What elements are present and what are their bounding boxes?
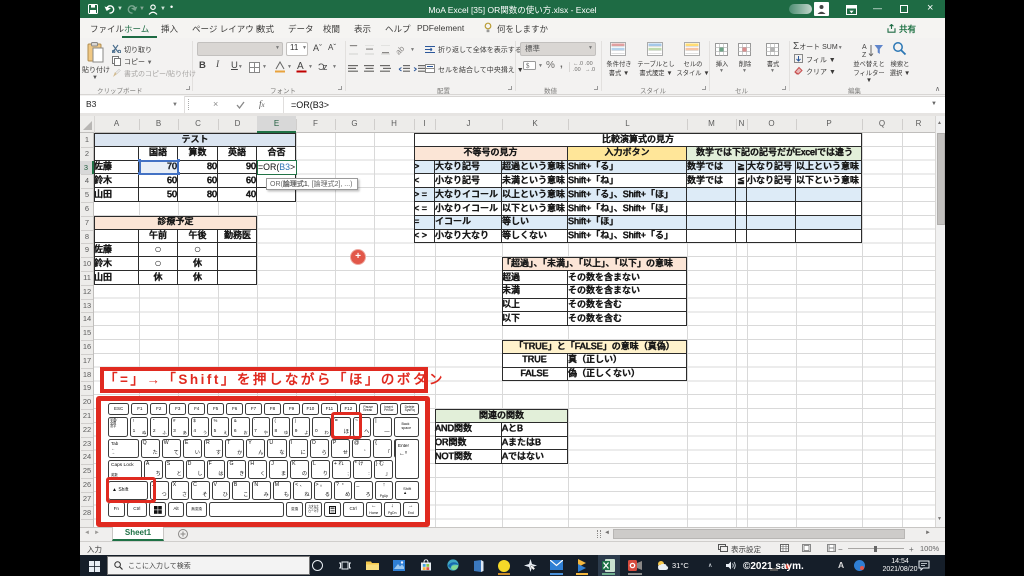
svg-text:$: $ bbox=[526, 62, 530, 70]
svg-text:z: z bbox=[323, 62, 328, 72]
svg-text:ab: ab bbox=[396, 44, 407, 55]
svg-text:A: A bbox=[297, 61, 304, 72]
svg-text:A: A bbox=[862, 44, 867, 51]
svg-text:Z: Z bbox=[862, 52, 867, 58]
